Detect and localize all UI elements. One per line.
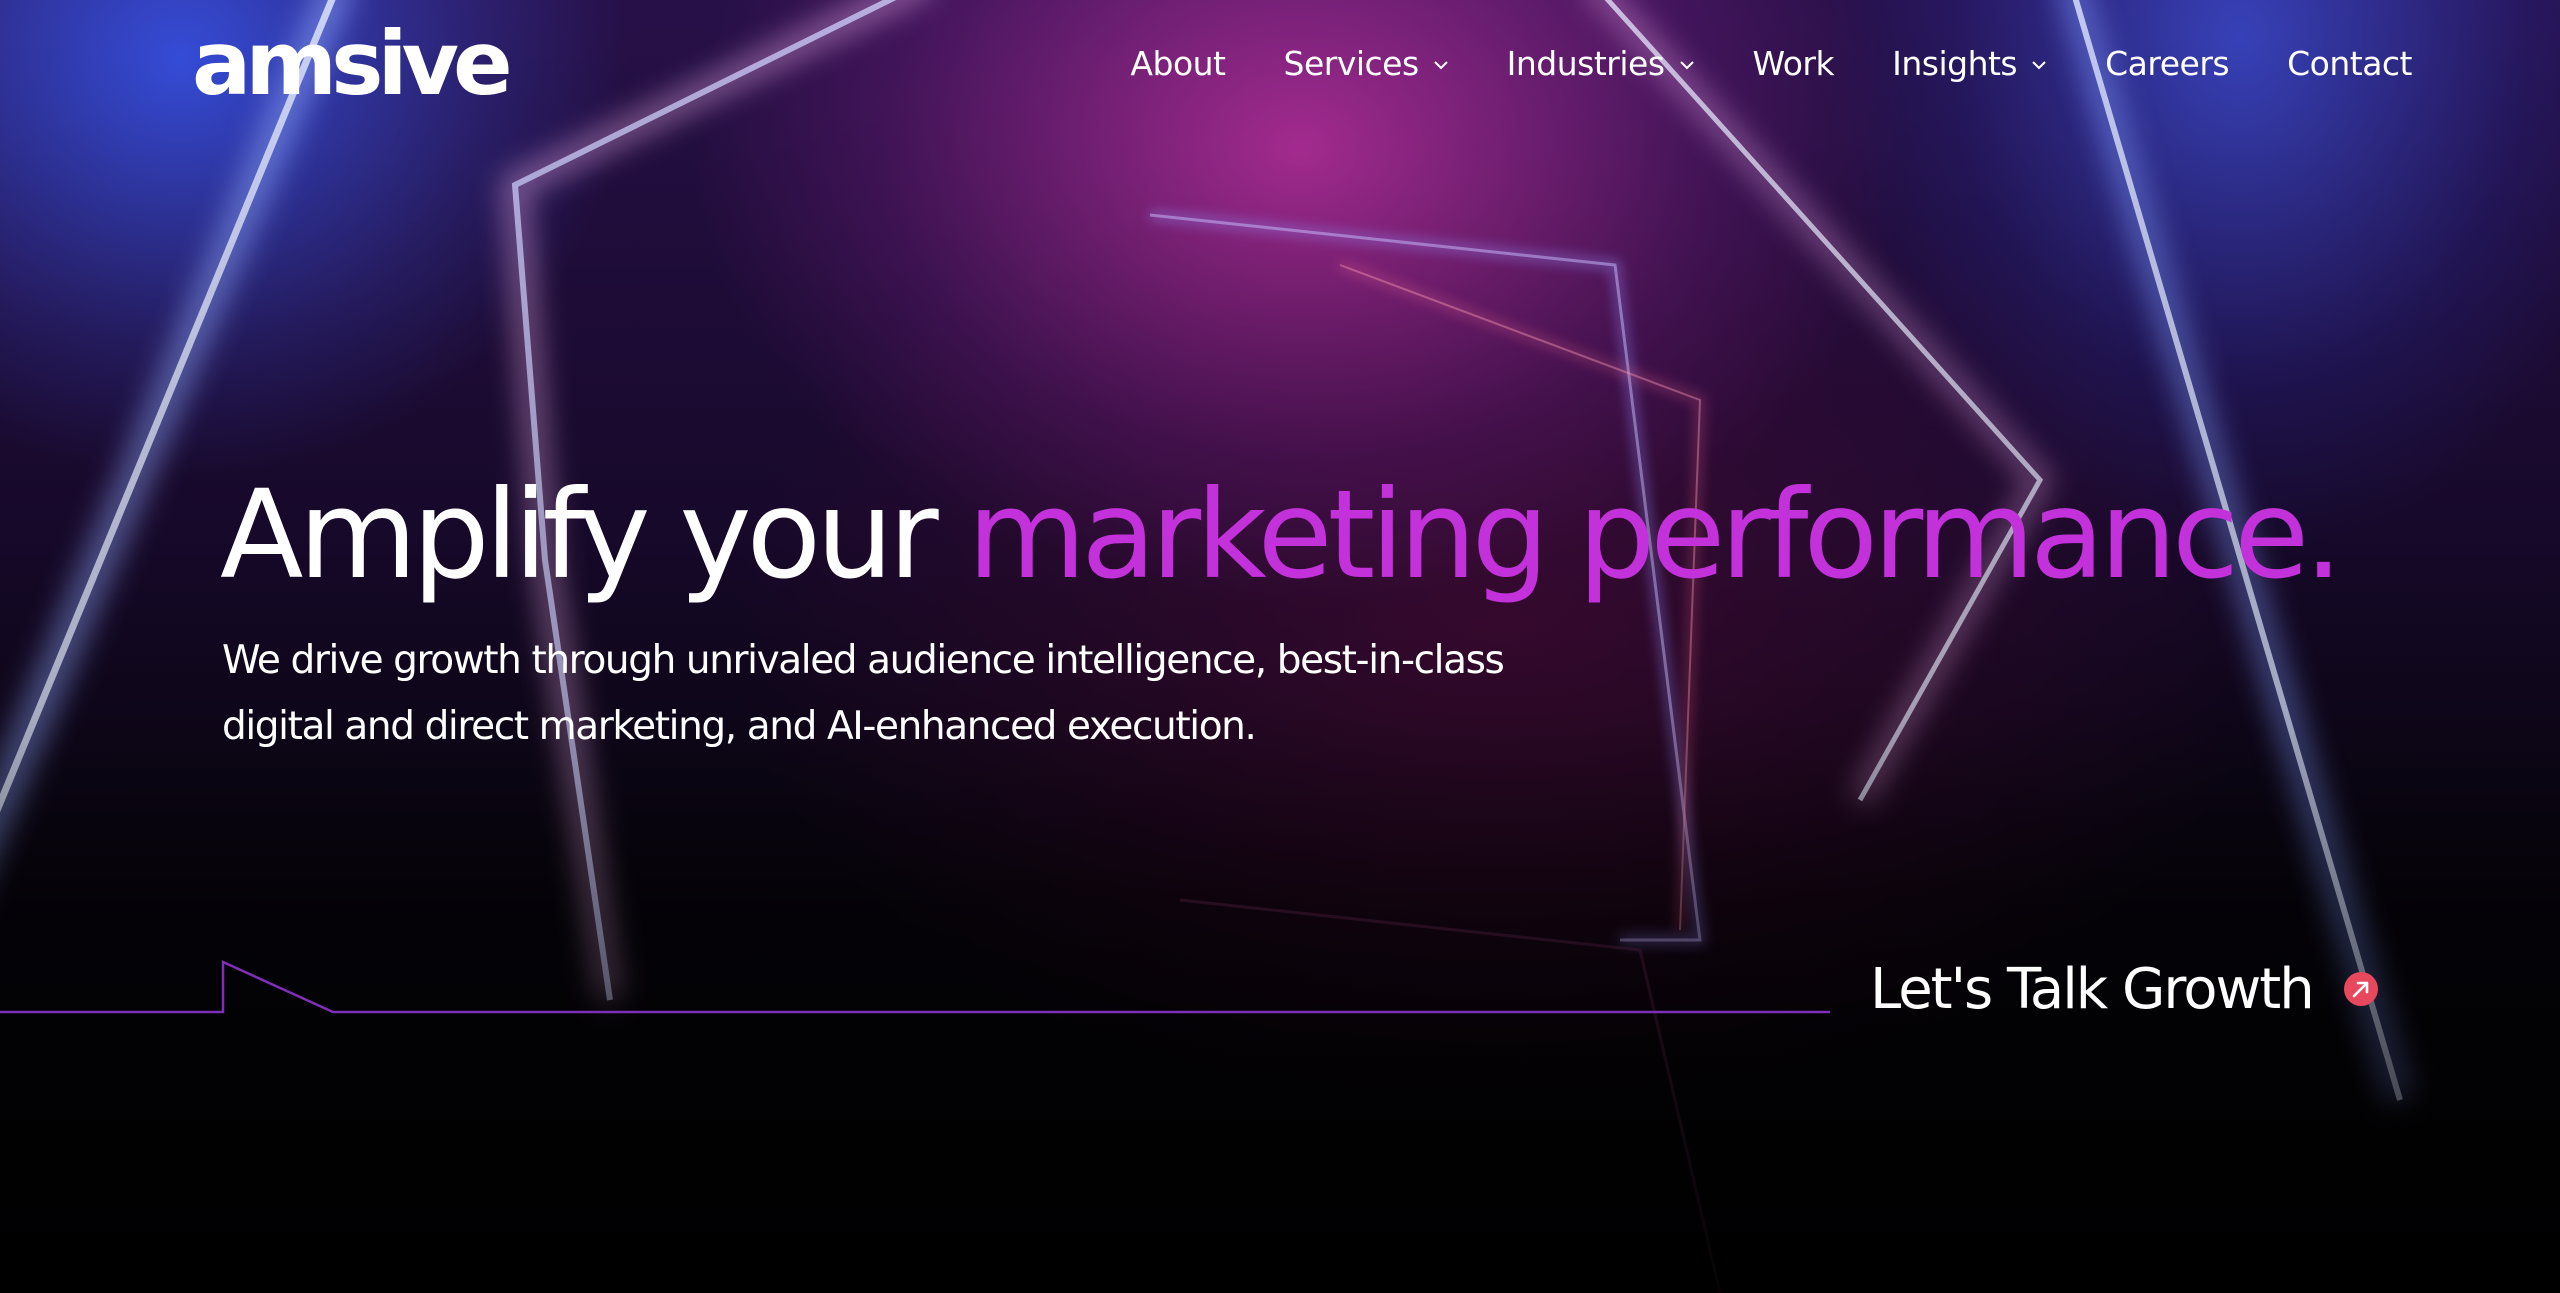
headline-plain: Amplify your [220,464,968,606]
nav-item-careers[interactable]: Careers [2105,44,2229,83]
hero-subtitle: We drive growth through unrivaled audien… [222,638,1505,749]
nav-item-contact[interactable]: Contact [2287,44,2412,83]
nav-item-work[interactable]: Work [1753,44,1835,83]
cta-label: Let's Talk Growth [1870,957,2315,1022]
nav-label: Careers [2105,44,2230,83]
logo-text: amsive [192,22,509,108]
logo-wordmark: amsive [192,12,515,115]
lets-talk-growth-cta[interactable]: Let's Talk Growth [1870,950,2379,1030]
nav-item-industries[interactable]: Industries [1507,44,1695,83]
headline-accent: marketing performance. [967,464,2343,606]
nav-item-services[interactable]: Services [1284,44,1449,83]
hero-section: amsive About Services Industries Work In… [0,0,2560,1293]
nav-label: About [1130,44,1226,83]
arrow-up-right-circle-icon [2343,972,2378,1006]
nav-item-insights[interactable]: Insights [1892,44,2047,83]
nav-label: Contact [2287,44,2412,83]
nav-label: Insights [1892,44,2018,83]
nav-label: Services [1283,44,1420,83]
chevron-down-icon [2032,60,2046,69]
nav-label: Work [1752,44,1835,83]
nav-label: Industries [1506,44,1665,83]
main-navigation: About Services Industries Work Insights … [1072,44,2412,83]
hero-headline: Amplify your marketing performance. [220,460,2343,610]
chevron-down-icon [1433,60,1448,69]
nav-item-about[interactable]: About [1130,44,1226,83]
chevron-down-icon [1679,60,1694,69]
amsive-logo[interactable]: amsive [192,12,540,115]
